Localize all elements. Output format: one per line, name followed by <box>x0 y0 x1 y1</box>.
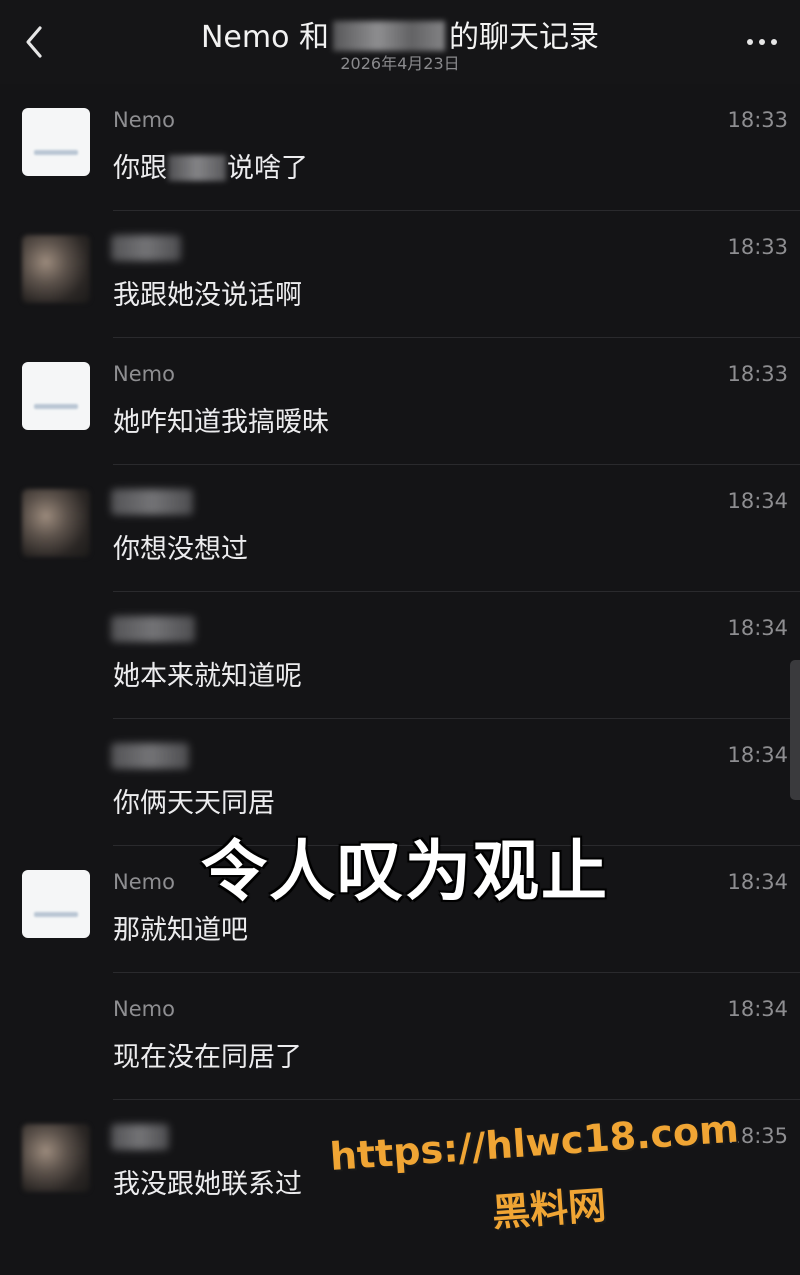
message-row[interactable]: Nemo 18:33 你跟 说啥了 <box>0 84 800 211</box>
message-time: 18:33 <box>727 108 788 132</box>
message-row[interactable]: Nemo 18:34 现在没在同居了 <box>0 973 800 1100</box>
message-text: 你想没想过 <box>113 534 248 565</box>
watermark-name: 黑料网 <box>490 1183 608 1235</box>
message-time: 18:34 <box>727 616 788 640</box>
message-time: 18:34 <box>727 743 788 767</box>
overlay-caption: 令人叹为观止 <box>201 833 609 910</box>
message-text: 你跟 说啥了 <box>113 146 308 185</box>
chat-history-header: Nemo 和的聊天记录 2026年4月23日 <box>0 0 800 84</box>
avatar[interactable] <box>22 1124 90 1192</box>
message-row[interactable]: Nemo 18:33 她咋知道我搞暧昧 <box>0 338 800 465</box>
message-text: 现在没在同居了 <box>113 1042 302 1073</box>
message-row[interactable]: 18:34 你想没想过 <box>0 465 800 592</box>
avatar[interactable] <box>22 489 90 557</box>
message-text: 我没跟她联系过 <box>113 1169 302 1200</box>
redacted-sender-name <box>111 235 181 261</box>
message-time: 18:34 <box>727 489 788 513</box>
avatar[interactable] <box>22 108 90 176</box>
redacted-sender-name <box>111 489 193 515</box>
message-text: 她咋知道我搞暧昧 <box>113 407 329 438</box>
more-button[interactable] <box>744 22 784 62</box>
message-time: 18:34 <box>727 997 788 1021</box>
sender-name: Nemo <box>113 108 175 132</box>
redacted-sender-name <box>111 1124 169 1150</box>
redacted-name <box>168 155 226 181</box>
sender-name: Nemo <box>113 362 175 386</box>
sender-name: Nemo <box>113 997 175 1021</box>
more-dots-icon <box>747 39 777 45</box>
redacted-sender-name <box>111 616 195 642</box>
message-text-part: 说啥了 <box>227 153 308 184</box>
message-time: 18:33 <box>727 362 788 386</box>
message-text: 她本来就知道呢 <box>113 661 302 692</box>
message-time: 18:33 <box>727 235 788 259</box>
redacted-contact-name <box>333 21 445 51</box>
scrollbar-thumb[interactable] <box>790 660 800 800</box>
avatar[interactable] <box>22 362 90 430</box>
message-row[interactable]: 18:33 我跟她没说话啊 <box>0 211 800 338</box>
avatar[interactable] <box>22 235 90 303</box>
redacted-sender-name <box>111 743 189 769</box>
message-text-part: 你跟 <box>113 153 167 184</box>
message-text: 你俩天天同居 <box>113 788 275 819</box>
chat-date: 2026年4月23日 <box>340 54 460 73</box>
message-text: 我跟她没说话啊 <box>113 280 302 311</box>
message-row[interactable]: 18:34 她本来就知道呢 <box>0 592 800 719</box>
